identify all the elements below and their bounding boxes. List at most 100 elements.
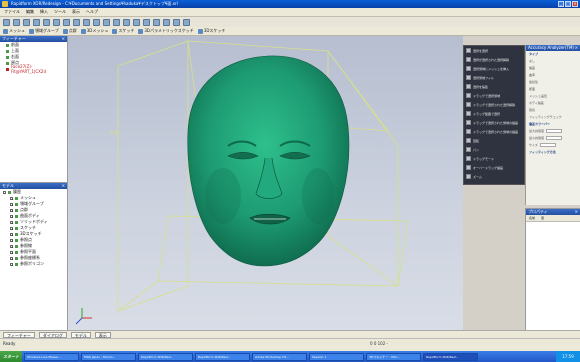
task-item[interactable]: MSN Japan - Micros... — [81, 352, 136, 361]
close-icon[interactable]: × — [62, 183, 65, 189]
menu-insert[interactable]: 挿入 — [40, 9, 48, 15]
start-button[interactable]: スタート — [0, 351, 22, 362]
acc-size[interactable]: サイズ — [526, 142, 580, 149]
tab-model[interactable]: モデル — [70, 331, 91, 338]
maximize-button[interactable]: □ — [565, 1, 571, 7]
cmd-drag-range[interactable]: ドラッグ範囲で選択 — [464, 109, 524, 118]
acc-deviation-option[interactable]: 偏差 — [526, 65, 580, 72]
undo-icon[interactable] — [43, 18, 50, 26]
acc-fitting-check[interactable]: フィッティングチェック — [526, 114, 580, 121]
mode-mesh[interactable]: メッシュ — [3, 28, 25, 34]
expand-icon[interactable]: + — [10, 214, 14, 218]
expand-icon[interactable]: + — [10, 262, 14, 266]
acc-curvature-option[interactable]: 曲率 — [526, 72, 580, 79]
acc-continuity-option[interactable]: 連続性 — [526, 79, 580, 86]
right-view-icon[interactable] — [133, 18, 140, 26]
measure-icon[interactable] — [173, 18, 180, 26]
close-icon[interactable]: × — [62, 36, 65, 42]
cmd-drag-mode[interactable]: ドラッグモード — [464, 154, 524, 163]
expand-icon[interactable]: + — [10, 196, 14, 200]
max-tolerance-field[interactable] — [546, 129, 563, 133]
fit-view-icon[interactable] — [103, 18, 110, 26]
acc-body-deviation-option[interactable]: ボディ偏差 — [526, 100, 580, 107]
section-icon[interactable] — [183, 18, 190, 26]
cmd-overdrag[interactable]: オーバードラッグ描画 — [464, 163, 524, 172]
wireframe-icon[interactable] — [163, 18, 170, 26]
menu-edit[interactable]: 編集 — [26, 9, 34, 15]
expand-icon[interactable]: + — [10, 256, 14, 260]
tree-item-highlighted[interactable]: Face27(Z)-Fit@YART_1|CX2d — [0, 64, 67, 74]
top-view-icon[interactable] — [123, 18, 130, 26]
mode-3d-sketch[interactable]: 3Dスケッチ — [197, 28, 225, 34]
mode-3d-param-sketch[interactable]: 3Dパラメトリックスケッチ — [138, 28, 194, 34]
expand-icon[interactable]: + — [10, 244, 14, 248]
rotate-icon[interactable] — [73, 18, 80, 26]
expand-icon[interactable]: + — [10, 238, 14, 242]
new-file-icon[interactable] — [3, 18, 10, 26]
mode-region-group[interactable]: 領域グループ — [29, 28, 59, 34]
redo-icon[interactable] — [53, 18, 60, 26]
menu-help[interactable]: ヘルプ — [86, 9, 98, 15]
cmd-drag-deselect[interactable]: ドラッグで選択された選択解除 — [464, 100, 524, 109]
menu-file[interactable]: ファイル — [4, 9, 20, 15]
size-field[interactable] — [539, 143, 556, 147]
viewport-canvas[interactable]: 右面 — [68, 36, 463, 330]
select-icon[interactable] — [63, 18, 70, 26]
mode-sketch[interactable]: スケッチ — [112, 28, 134, 34]
task-item[interactable]: Rapidform XOR/Red... — [195, 352, 250, 361]
cmd-pan[interactable]: パン — [464, 145, 524, 154]
import-icon[interactable] — [33, 18, 40, 26]
task-item[interactable]: Adobe Photoshop CS... — [252, 352, 307, 361]
task-item-active[interactable]: Rapidform XOR/Red... — [423, 352, 478, 361]
cmd-drag-draw-2[interactable]: ドラッグで選択された領域の描画 — [464, 127, 524, 136]
zoom-icon[interactable] — [93, 18, 100, 26]
acc-min-tolerance[interactable]: 最小許容値 — [526, 135, 580, 142]
acc-max-tolerance[interactable]: 最大許容値 — [526, 128, 580, 135]
cmd-zoom[interactable]: ズーム — [464, 172, 524, 181]
cmd-insert-mesh[interactable]: 選択領域にメッシュを挿入 — [464, 64, 524, 73]
cmd-select[interactable]: 選択を選択 — [464, 46, 524, 55]
task-item[interactable]: Windows Live Messe... — [24, 352, 79, 361]
pan-icon[interactable] — [83, 18, 90, 26]
expand-icon[interactable]: + — [10, 220, 14, 224]
cmd-drag-draw-1[interactable]: ドラッグで選択された領域の描画 — [464, 118, 524, 127]
iso-view-icon[interactable] — [143, 18, 150, 26]
minimize-button[interactable]: _ — [558, 1, 564, 7]
task-item[interactable]: Session 1 — [309, 352, 364, 361]
acc-env-option[interactable]: 環境 — [526, 107, 580, 114]
acc-section-option[interactable]: 断面 — [526, 86, 580, 93]
mode-point-cloud[interactable]: 点群 — [62, 28, 77, 34]
menu-view[interactable]: 表示 — [72, 9, 80, 15]
cmd-rotate[interactable]: 回転 — [464, 136, 524, 145]
save-icon[interactable] — [23, 18, 30, 26]
task-item[interactable]: 3Dスキャナー - Micr... — [366, 352, 421, 361]
expand-icon[interactable]: + — [10, 232, 14, 236]
tree-item-ref-polygon[interactable]: + 参照ポリゴン — [0, 261, 67, 267]
min-tolerance-field[interactable] — [546, 136, 563, 140]
cmd-drag-select[interactable]: ドラッグで選択領域 — [464, 91, 524, 100]
expand-icon[interactable]: + — [10, 208, 14, 212]
open-file-icon[interactable] — [13, 18, 20, 26]
acc-none-option[interactable]: なし — [526, 58, 580, 65]
expand-icon[interactable]: + — [10, 226, 14, 230]
close-icon[interactable]: × — [575, 45, 578, 51]
face-mesh[interactable] — [187, 55, 350, 267]
3d-viewport[interactable]: 右面 — [68, 36, 463, 330]
tab-display[interactable]: 表示 — [94, 331, 111, 338]
expand-icon[interactable]: + — [10, 202, 14, 206]
close-button[interactable]: × — [572, 1, 578, 7]
tab-feature[interactable]: フィーチャー — [3, 331, 35, 338]
mode-3d-mesh[interactable]: 3Dメッシュ — [80, 28, 108, 34]
tab-dialog[interactable]: ダイアログ — [38, 331, 67, 338]
cmd-deselect[interactable]: 選択が選択された選択解除 — [464, 55, 524, 64]
menu-tools[interactable]: ツール — [54, 9, 66, 15]
cmd-fill[interactable]: 選択領域フィル — [464, 73, 524, 82]
shaded-icon[interactable] — [153, 18, 160, 26]
task-item[interactable]: Rapidform XOR/Red... — [138, 352, 193, 361]
collapse-icon[interactable]: - — [3, 190, 6, 194]
close-icon[interactable]: × — [575, 209, 578, 215]
front-view-icon[interactable] — [113, 18, 120, 26]
expand-icon[interactable]: + — [10, 250, 14, 254]
cmd-edit[interactable]: 選択を編集 — [464, 82, 524, 91]
acc-mesh-quality-option[interactable]: メッシュ品質 — [526, 93, 580, 100]
